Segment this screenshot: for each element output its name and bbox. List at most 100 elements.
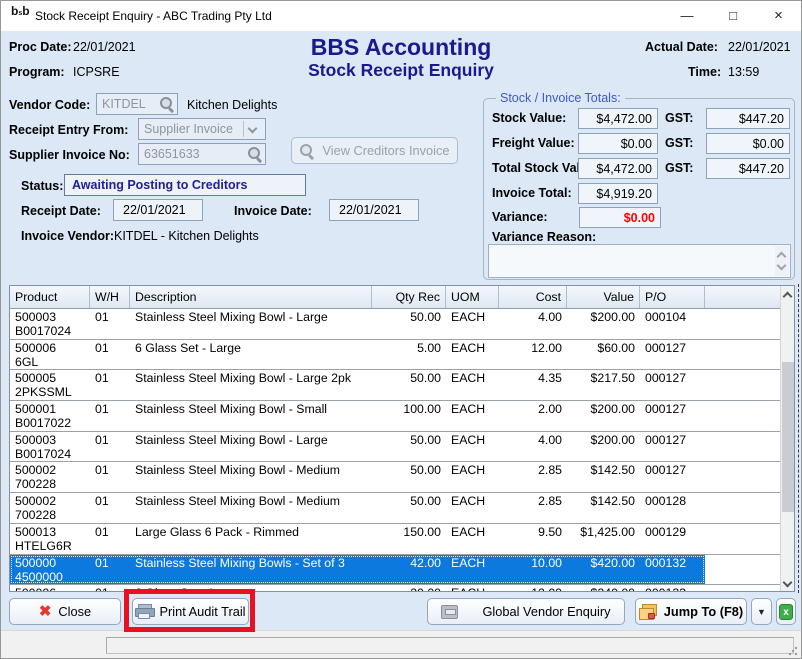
- table-row[interactable]: 500003B0017024 01 Stainless Steel Mixing…: [10, 309, 780, 340]
- global-vendor-enquiry-button[interactable]: Global Vendor Enquiry: [427, 598, 625, 625]
- cell-value: $200.00: [567, 309, 640, 339]
- cell-qty-rec: 50.00: [372, 370, 446, 400]
- print-audit-trail-button[interactable]: Print Audit Trail: [132, 598, 249, 625]
- scroll-down-icon[interactable]: [781, 575, 795, 591]
- window-title: Stock Receipt Enquiry - ABC Trading Pty …: [35, 9, 272, 23]
- view-creditors-invoice-button[interactable]: View Creditors Invoice: [291, 137, 458, 164]
- cell-qty-rec: 20.00: [372, 585, 446, 591]
- cell-po: 000128: [640, 493, 705, 523]
- col-po[interactable]: P/O: [640, 286, 705, 308]
- jump-to-dropdown-button[interactable]: ▼: [751, 598, 772, 625]
- cell-po: 000133: [640, 585, 705, 591]
- export-excel-button[interactable]: x: [776, 598, 796, 625]
- invoice-vendor-label: Invoice Vendor:: [21, 229, 114, 243]
- jump-to-button[interactable]: Jump To (F8): [635, 598, 747, 625]
- col-value[interactable]: Value: [567, 286, 640, 308]
- close-x-icon: ✖: [39, 604, 52, 619]
- variance-reason-textarea[interactable]: [488, 244, 791, 278]
- time-label: Time:: [688, 65, 721, 79]
- chevron-down-icon[interactable]: [777, 261, 787, 271]
- total-stock-field: $4,472.00: [578, 158, 658, 179]
- cell-product: 500003B0017024: [10, 432, 90, 462]
- col-cost[interactable]: Cost: [499, 286, 567, 308]
- bbs-logo-icon: bsb: [11, 7, 29, 25]
- receipt-date-input[interactable]: 22/01/2021: [113, 199, 203, 221]
- table-row[interactable]: 500006 01 6 Glass Set - Large 20.00 EACH…: [10, 585, 780, 591]
- status-box: Awaiting Posting to Creditors: [64, 174, 306, 196]
- cell-cost: 9.50: [499, 524, 567, 554]
- vendor-search-icon[interactable]: [159, 96, 175, 112]
- cell-qty-rec: 50.00: [372, 493, 446, 523]
- table-row[interactable]: 500013HTELG6R 01 Large Glass 6 Pack - Ri…: [10, 524, 780, 555]
- printer-icon: [135, 604, 153, 619]
- statusbar: [1, 630, 801, 659]
- status-label: Status:: [21, 179, 63, 193]
- table-scrollbar[interactable]: [780, 286, 794, 591]
- col-product[interactable]: Product: [10, 286, 90, 308]
- totals-legend: Stock / Invoice Totals:: [496, 91, 625, 105]
- cell-qty-rec: 50.00: [372, 309, 446, 339]
- cell-value: $60.00: [567, 340, 640, 370]
- invoice-date-input[interactable]: 22/01/2021: [329, 199, 419, 221]
- cell-wh: 01: [90, 555, 130, 585]
- cell-wh: 01: [90, 432, 130, 462]
- variance-label: Variance:: [492, 210, 548, 224]
- table-row[interactable]: 500001B0017022 01 Stainless Steel Mixing…: [10, 401, 780, 432]
- cell-product: 500002700228: [10, 493, 90, 523]
- grid-focus-edge: [798, 284, 799, 593]
- cell-qty-rec: 5.00: [372, 340, 446, 370]
- cell-value: $142.50: [567, 462, 640, 492]
- freight-gst-label: GST:: [665, 136, 693, 150]
- receipt-entry-from-label: Receipt Entry From:: [9, 123, 128, 137]
- col-uom[interactable]: UOM: [446, 286, 499, 308]
- total-stock-label: Total Stock Val:: [492, 161, 584, 175]
- variance-field: $0.00: [579, 207, 661, 228]
- table-body: 500003B0017024 01 Stainless Steel Mixing…: [10, 309, 780, 591]
- maximize-button[interactable]: □: [710, 1, 756, 31]
- cell-cost: 4.00: [499, 309, 567, 339]
- resize-grip[interactable]: [788, 646, 798, 656]
- freight-value-field: $0.00: [578, 133, 658, 154]
- cell-qty-rec: 100.00: [372, 401, 446, 431]
- cell-wh: 01: [90, 462, 130, 492]
- cell-qty-rec: 42.00: [372, 555, 446, 585]
- cell-value: $420.00: [567, 555, 640, 585]
- stock-value-field: $4,472.00: [578, 108, 658, 129]
- cell-qty-rec: 50.00: [372, 432, 446, 462]
- chevron-down-icon[interactable]: [243, 121, 263, 137]
- program-value: ICPSRE: [73, 65, 120, 79]
- scroll-up-icon[interactable]: [781, 286, 795, 302]
- col-wh[interactable]: W/H: [90, 286, 130, 308]
- reason-scrollbar[interactable]: [775, 246, 789, 276]
- cell-cost: 12.00: [499, 585, 567, 591]
- invoice-vendor-value: KITDEL - Kitchen Delights: [114, 229, 259, 243]
- col-qty-rec[interactable]: Qty Rec: [372, 286, 446, 308]
- vendor-code-input[interactable]: KITDEL: [96, 93, 178, 115]
- minimize-button[interactable]: —: [664, 1, 710, 31]
- col-description[interactable]: Description: [130, 286, 372, 308]
- close-button[interactable]: ✖ Close: [9, 598, 121, 625]
- freight-value-label: Freight Value:: [492, 136, 575, 150]
- table-row[interactable]: 5000052PKSSML 01 Stainless Steel Mixing …: [10, 370, 780, 401]
- cell-product: 500001B0017022: [10, 401, 90, 431]
- close-window-button[interactable]: ×: [756, 1, 801, 31]
- cell-value: $217.50: [567, 370, 640, 400]
- scrollbar-thumb[interactable]: [782, 362, 794, 512]
- supplier-invoice-no-input[interactable]: 63651633: [138, 143, 266, 165]
- cell-uom: EACH: [446, 401, 499, 431]
- table-row[interactable]: 5000066GL 01 6 Glass Set - Large 5.00 EA…: [10, 340, 780, 371]
- table-row[interactable]: 500003B0017024 01 Stainless Steel Mixing…: [10, 432, 780, 463]
- cell-wh: 01: [90, 340, 130, 370]
- invoice-search-icon[interactable]: [247, 146, 263, 162]
- table-row[interactable]: 500002700228 01 Stainless Steel Mixing B…: [10, 462, 780, 493]
- cell-po: 000127: [640, 462, 705, 492]
- cell-uom: EACH: [446, 370, 499, 400]
- cell-product: 500006: [10, 585, 90, 591]
- table-row[interactable]: 5000004500000 01 Stainless Steel Mixing …: [10, 555, 780, 586]
- cell-description: Stainless Steel Mixing Bowl - Large: [130, 432, 372, 462]
- cell-cost: 4.35: [499, 370, 567, 400]
- table-row[interactable]: 500002700228 01 Stainless Steel Mixing B…: [10, 493, 780, 524]
- cell-description: Large Glass 6 Pack - Rimmed: [130, 524, 372, 554]
- cell-cost: 2.85: [499, 493, 567, 523]
- receipt-entry-from-select[interactable]: Supplier Invoice: [138, 118, 266, 140]
